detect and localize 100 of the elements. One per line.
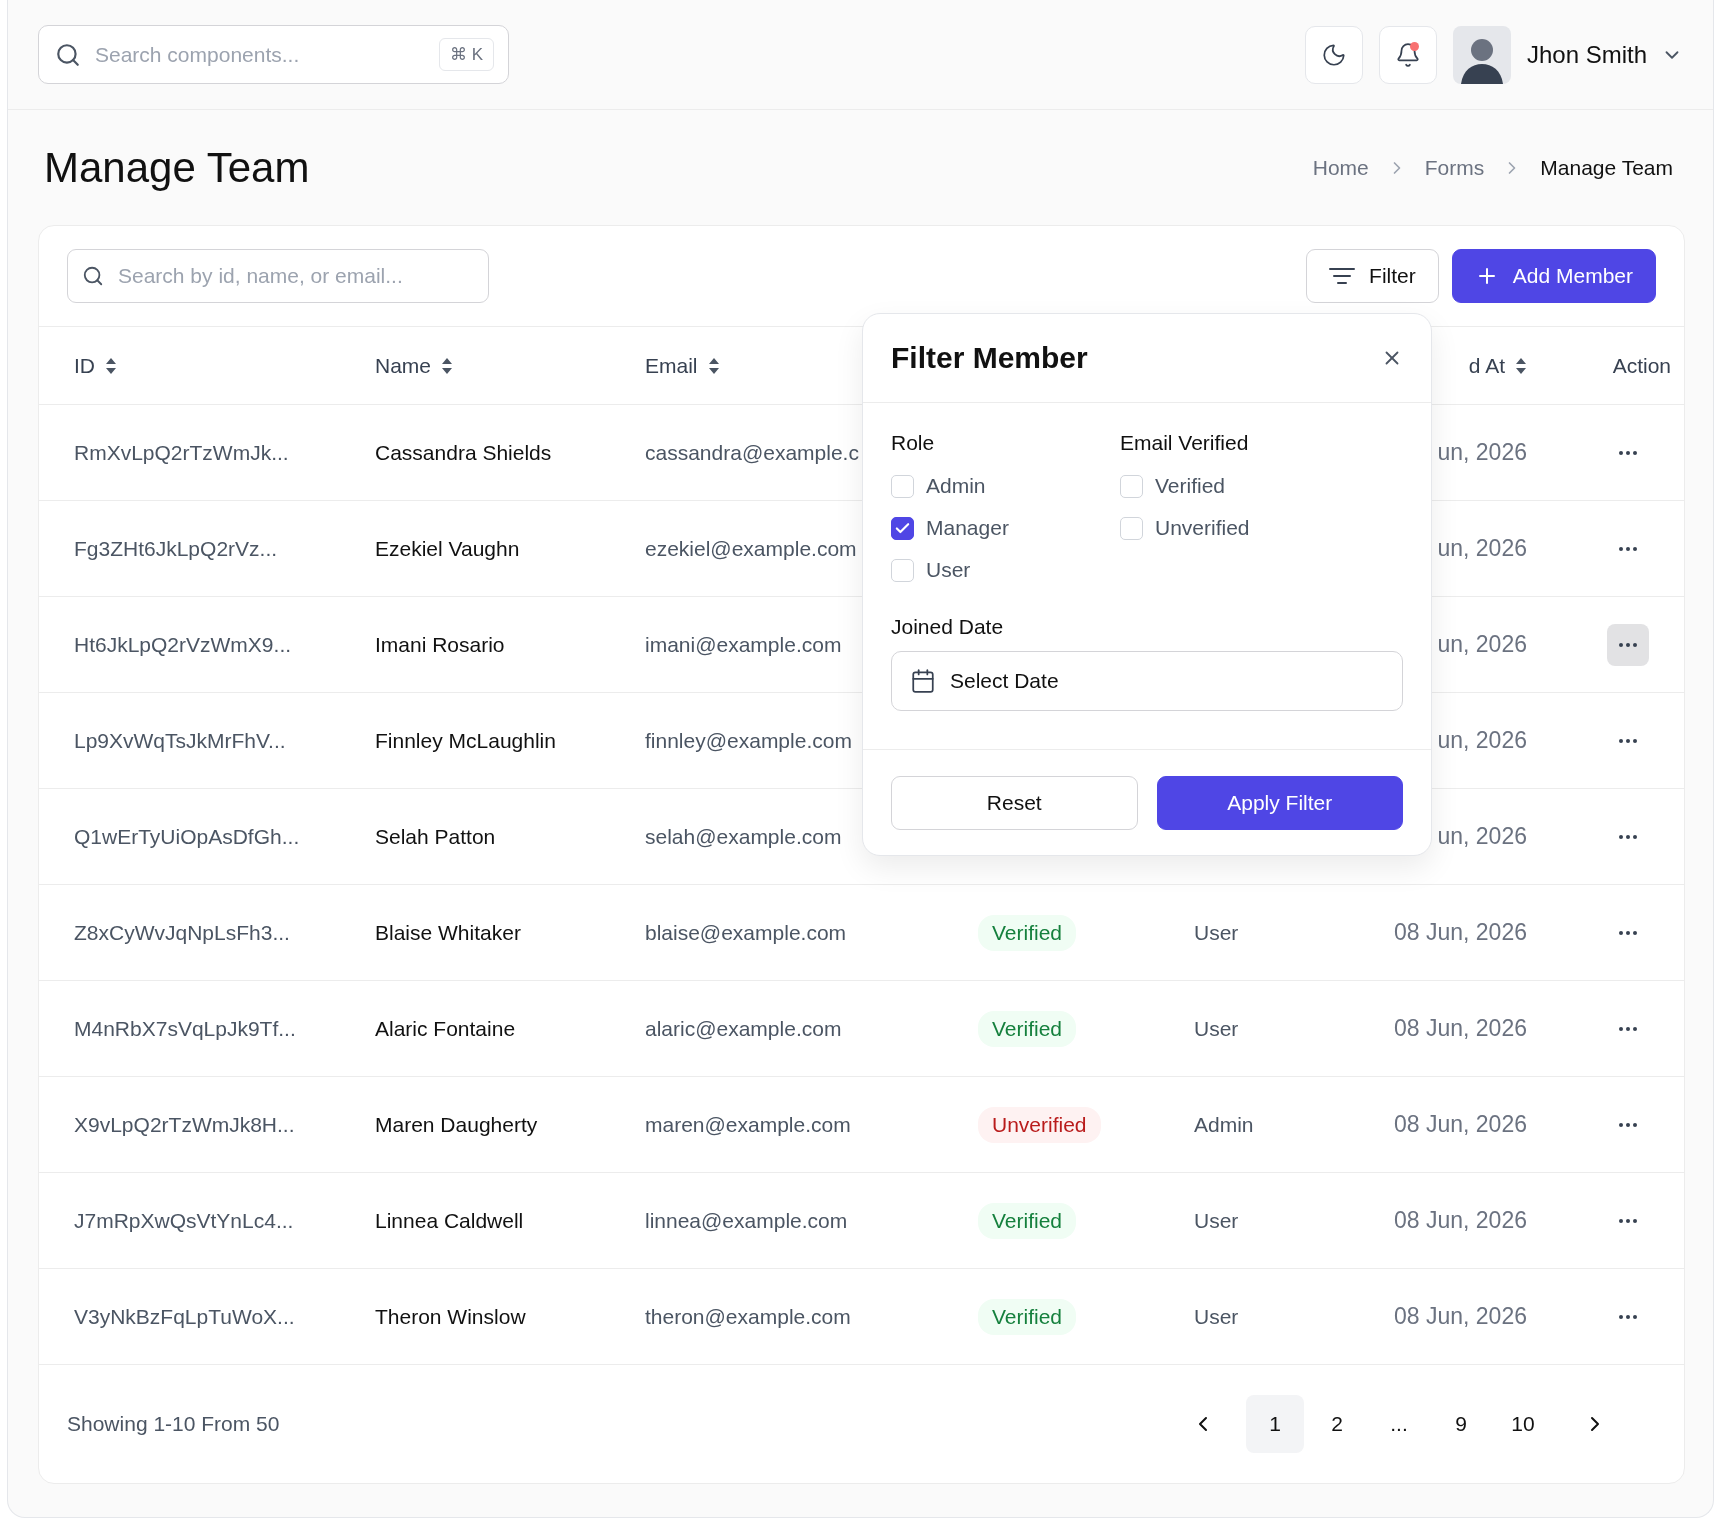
sort-icon[interactable] xyxy=(707,356,720,375)
table-cell: X9vLpQ2rTzWmJk8H... xyxy=(74,1112,295,1137)
notifications-button[interactable] xyxy=(1378,25,1437,84)
table-cell: Ht6JkLpQ2rVzWmX9... xyxy=(74,632,292,657)
more-icon xyxy=(1619,1122,1637,1127)
table-cell: Selah Patton xyxy=(375,824,496,849)
page-button[interactable]: 9 xyxy=(1432,1395,1490,1453)
more-icon xyxy=(1619,930,1637,935)
table-cell: M4nRbX7sVqLpJk9Tf... xyxy=(74,1016,296,1041)
bell-icon xyxy=(1394,41,1421,68)
search-icon xyxy=(55,41,81,68)
table-cell: un, 2026 xyxy=(1437,535,1527,562)
table-cell: User xyxy=(1194,1304,1239,1329)
search-field[interactable]: Search by id, name, or email... xyxy=(67,249,489,303)
reset-button[interactable]: Reset xyxy=(891,775,1138,830)
search-icon xyxy=(82,265,104,287)
table-cell: Q1wErTyUiOpAsDfGh... xyxy=(74,824,300,849)
checkbox-label: Admin xyxy=(926,474,986,498)
filter-button[interactable]: Filter xyxy=(1306,249,1439,303)
table-cell: theron@example.com xyxy=(645,1304,851,1329)
page-button[interactable]: 10 xyxy=(1494,1395,1552,1453)
table-cell: 08 Jun, 2026 xyxy=(1394,1015,1527,1042)
table-cell: un, 2026 xyxy=(1437,631,1527,658)
table-cell: un, 2026 xyxy=(1437,439,1527,466)
more-icon xyxy=(1619,1218,1637,1223)
table-cell: Fg3ZHt6JkLpQ2rVz... xyxy=(74,536,278,561)
popup-title: Filter Member xyxy=(891,341,1088,375)
status-badge: Verified xyxy=(978,914,1077,951)
apply-filter-button[interactable]: Apply Filter xyxy=(1156,775,1403,830)
table-cell: 08 Jun, 2026 xyxy=(1394,1111,1527,1138)
checkbox-label: Unverified xyxy=(1155,516,1250,540)
breadcrumb-link[interactable]: Forms xyxy=(1424,155,1485,180)
table-cell: Lp9XvWqTsJkMrFhV... xyxy=(74,728,286,753)
column-header[interactable]: Name xyxy=(375,353,645,378)
more-icon xyxy=(1619,642,1637,647)
filter-icon xyxy=(1329,267,1356,285)
table-cell: blaise@example.com xyxy=(645,920,847,945)
more-icon xyxy=(1619,1314,1637,1319)
table-cell: linnea@example.com xyxy=(645,1208,848,1233)
date-field[interactable]: Select Date xyxy=(891,651,1403,711)
table-cell: V3yNkBzFqLpTuWoX... xyxy=(74,1304,295,1329)
table-cell: imani@example.com xyxy=(645,632,842,657)
table-cell: Alaric Fontaine xyxy=(375,1016,516,1041)
table-cell: Z8xCyWvJqNpLsFh3... xyxy=(74,920,290,945)
checkbox[interactable] xyxy=(891,516,914,540)
column-header[interactable]: d At xyxy=(1381,353,1527,378)
dark-mode-button[interactable] xyxy=(1304,25,1363,84)
search-input[interactable]: Search components... xyxy=(93,41,427,68)
table-cell: alaric@example.com xyxy=(645,1016,842,1041)
table-cell: ezekiel@example.com xyxy=(645,536,857,561)
search-field[interactable]: Search components... ⌘ K xyxy=(38,25,509,84)
moon-icon xyxy=(1320,41,1347,68)
page-button[interactable]: 1 xyxy=(1246,1395,1304,1453)
more-icon xyxy=(1619,450,1637,455)
table-cell: 08 Jun, 2026 xyxy=(1394,919,1527,946)
table-cell: maren@example.com xyxy=(645,1112,851,1137)
table-cell: RmXvLpQ2rTzWmJk... xyxy=(74,440,289,465)
table-cell: Blaise Whitaker xyxy=(375,920,521,945)
table-cell: J7mRpXwQsVtYnLc4... xyxy=(74,1208,294,1233)
checkbox-label: Verified xyxy=(1155,474,1226,498)
more-icon xyxy=(1619,1026,1637,1031)
table-cell: selah@example.com xyxy=(645,824,842,849)
more-icon xyxy=(1619,546,1637,551)
more-button[interactable] xyxy=(1607,623,1649,666)
status-badge: Unverified xyxy=(978,1106,1101,1143)
sort-icon[interactable] xyxy=(105,356,117,375)
table-cell: Ezekiel Vaughn xyxy=(375,536,520,561)
sort-icon[interactable] xyxy=(441,356,454,375)
checkbox-label: User xyxy=(926,558,971,582)
column-header[interactable]: ID xyxy=(74,353,375,378)
breadcrumb-link[interactable]: Home xyxy=(1312,155,1369,180)
table-cell: finnley@example.com xyxy=(645,728,852,753)
table-cell: User xyxy=(1194,920,1239,945)
group-label: Role xyxy=(891,431,936,455)
pagination-summary: Showing 1-10 From 50 xyxy=(67,1412,281,1436)
more-icon xyxy=(1619,834,1637,839)
page-button[interactable]: 2 xyxy=(1308,1395,1366,1453)
column-header: Action xyxy=(1611,353,1671,378)
avatar[interactable] xyxy=(1452,25,1511,84)
table-cell: Linnea Caldwell xyxy=(375,1208,524,1233)
table-cell: Theron Winslow xyxy=(375,1304,526,1329)
add-member-button[interactable]: Add Member xyxy=(1451,249,1656,303)
checkbox-label: Manager xyxy=(926,516,1009,540)
table-cell: un, 2026 xyxy=(1437,823,1527,850)
user-menu[interactable]: Jhon Smith xyxy=(1526,40,1683,69)
table-cell: Admin xyxy=(1194,1112,1254,1137)
shortcut-hint: ⌘ K xyxy=(438,38,494,71)
status-badge: Verified xyxy=(978,1010,1077,1047)
status-badge: Verified xyxy=(978,1202,1077,1239)
calendar-icon xyxy=(910,668,936,694)
page-title: Manage Team xyxy=(44,143,310,192)
sort-icon[interactable] xyxy=(1515,356,1527,375)
field-label: Joined Date xyxy=(891,615,1005,639)
more-icon xyxy=(1619,738,1637,743)
page-button[interactable]: ... xyxy=(1370,1395,1428,1453)
table-cell: User xyxy=(1194,1208,1239,1233)
group-label: Email Verified xyxy=(1120,431,1250,455)
search-input[interactable]: Search by id, name, or email... xyxy=(116,263,474,289)
table-cell: 08 Jun, 2026 xyxy=(1394,1207,1527,1234)
status-badge: Verified xyxy=(978,1298,1077,1335)
